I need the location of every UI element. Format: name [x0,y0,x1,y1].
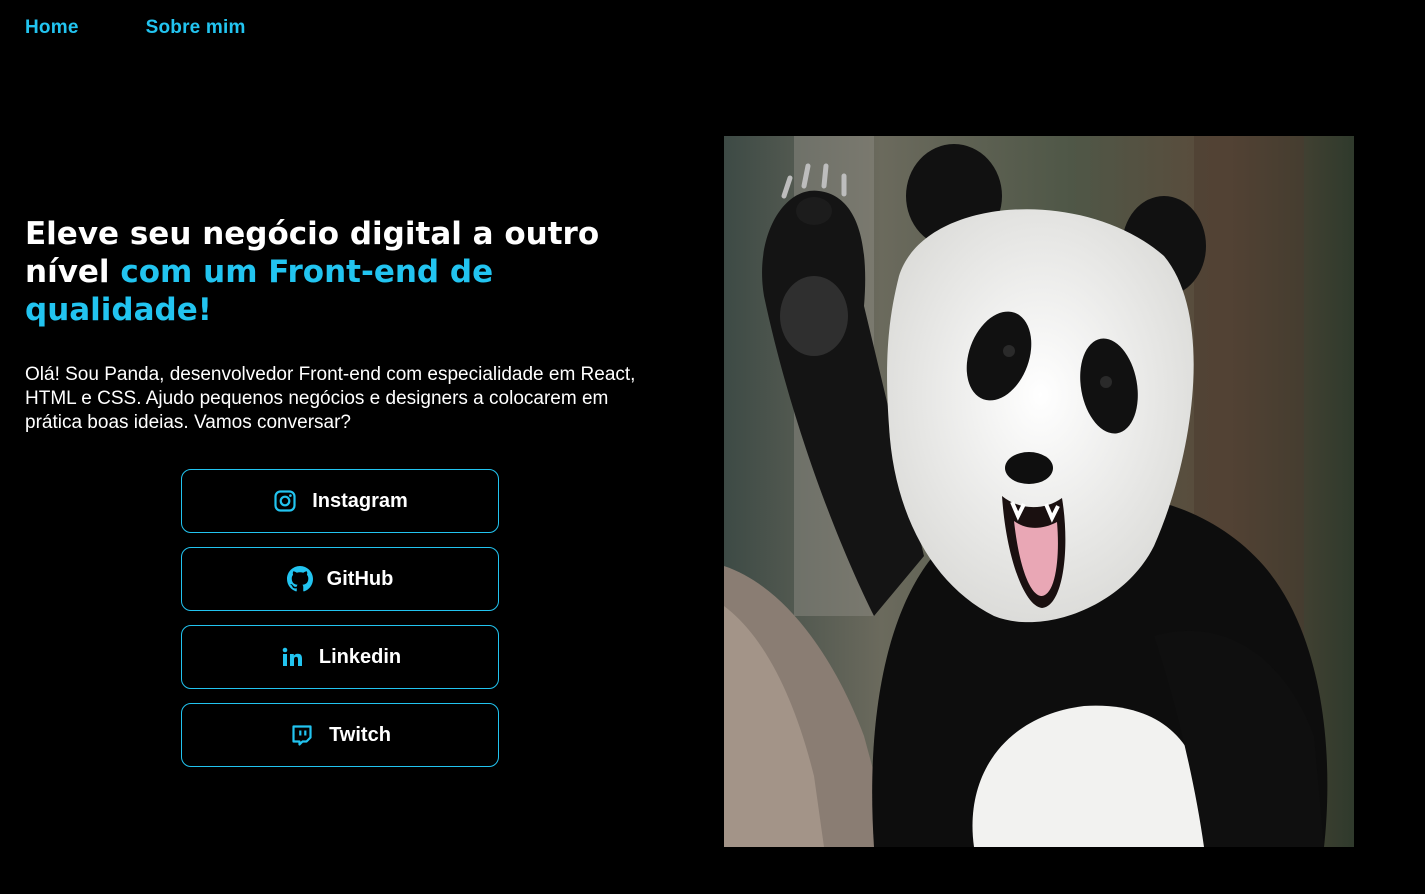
github-icon [286,566,313,592]
social-links: Instagram GitHub Linkedin Twitch [181,469,499,767]
nav-home-link[interactable]: Home [25,17,79,39]
nav-about-link[interactable]: Sobre mim [146,17,246,39]
twitch-icon [289,722,315,748]
linkedin-label: Linkedin [318,645,402,668]
linkedin-button[interactable]: Linkedin [181,625,499,689]
twitch-label: Twitch [329,723,391,746]
instagram-label: Instagram [312,489,408,512]
instagram-button[interactable]: Instagram [181,469,499,533]
hero-headline: Eleve seu negócio digital a outro nível … [25,215,665,329]
instagram-icon [272,488,298,514]
twitch-button[interactable]: Twitch [181,703,499,767]
top-nav: Home Sobre mim [25,17,246,39]
github-label: GitHub [326,567,394,590]
intro-paragraph: Olá! Sou Panda, desenvolvedor Front-end … [25,364,636,433]
github-button[interactable]: GitHub [181,547,499,611]
panda-photo [724,136,1354,847]
linkedin-icon [279,644,305,670]
